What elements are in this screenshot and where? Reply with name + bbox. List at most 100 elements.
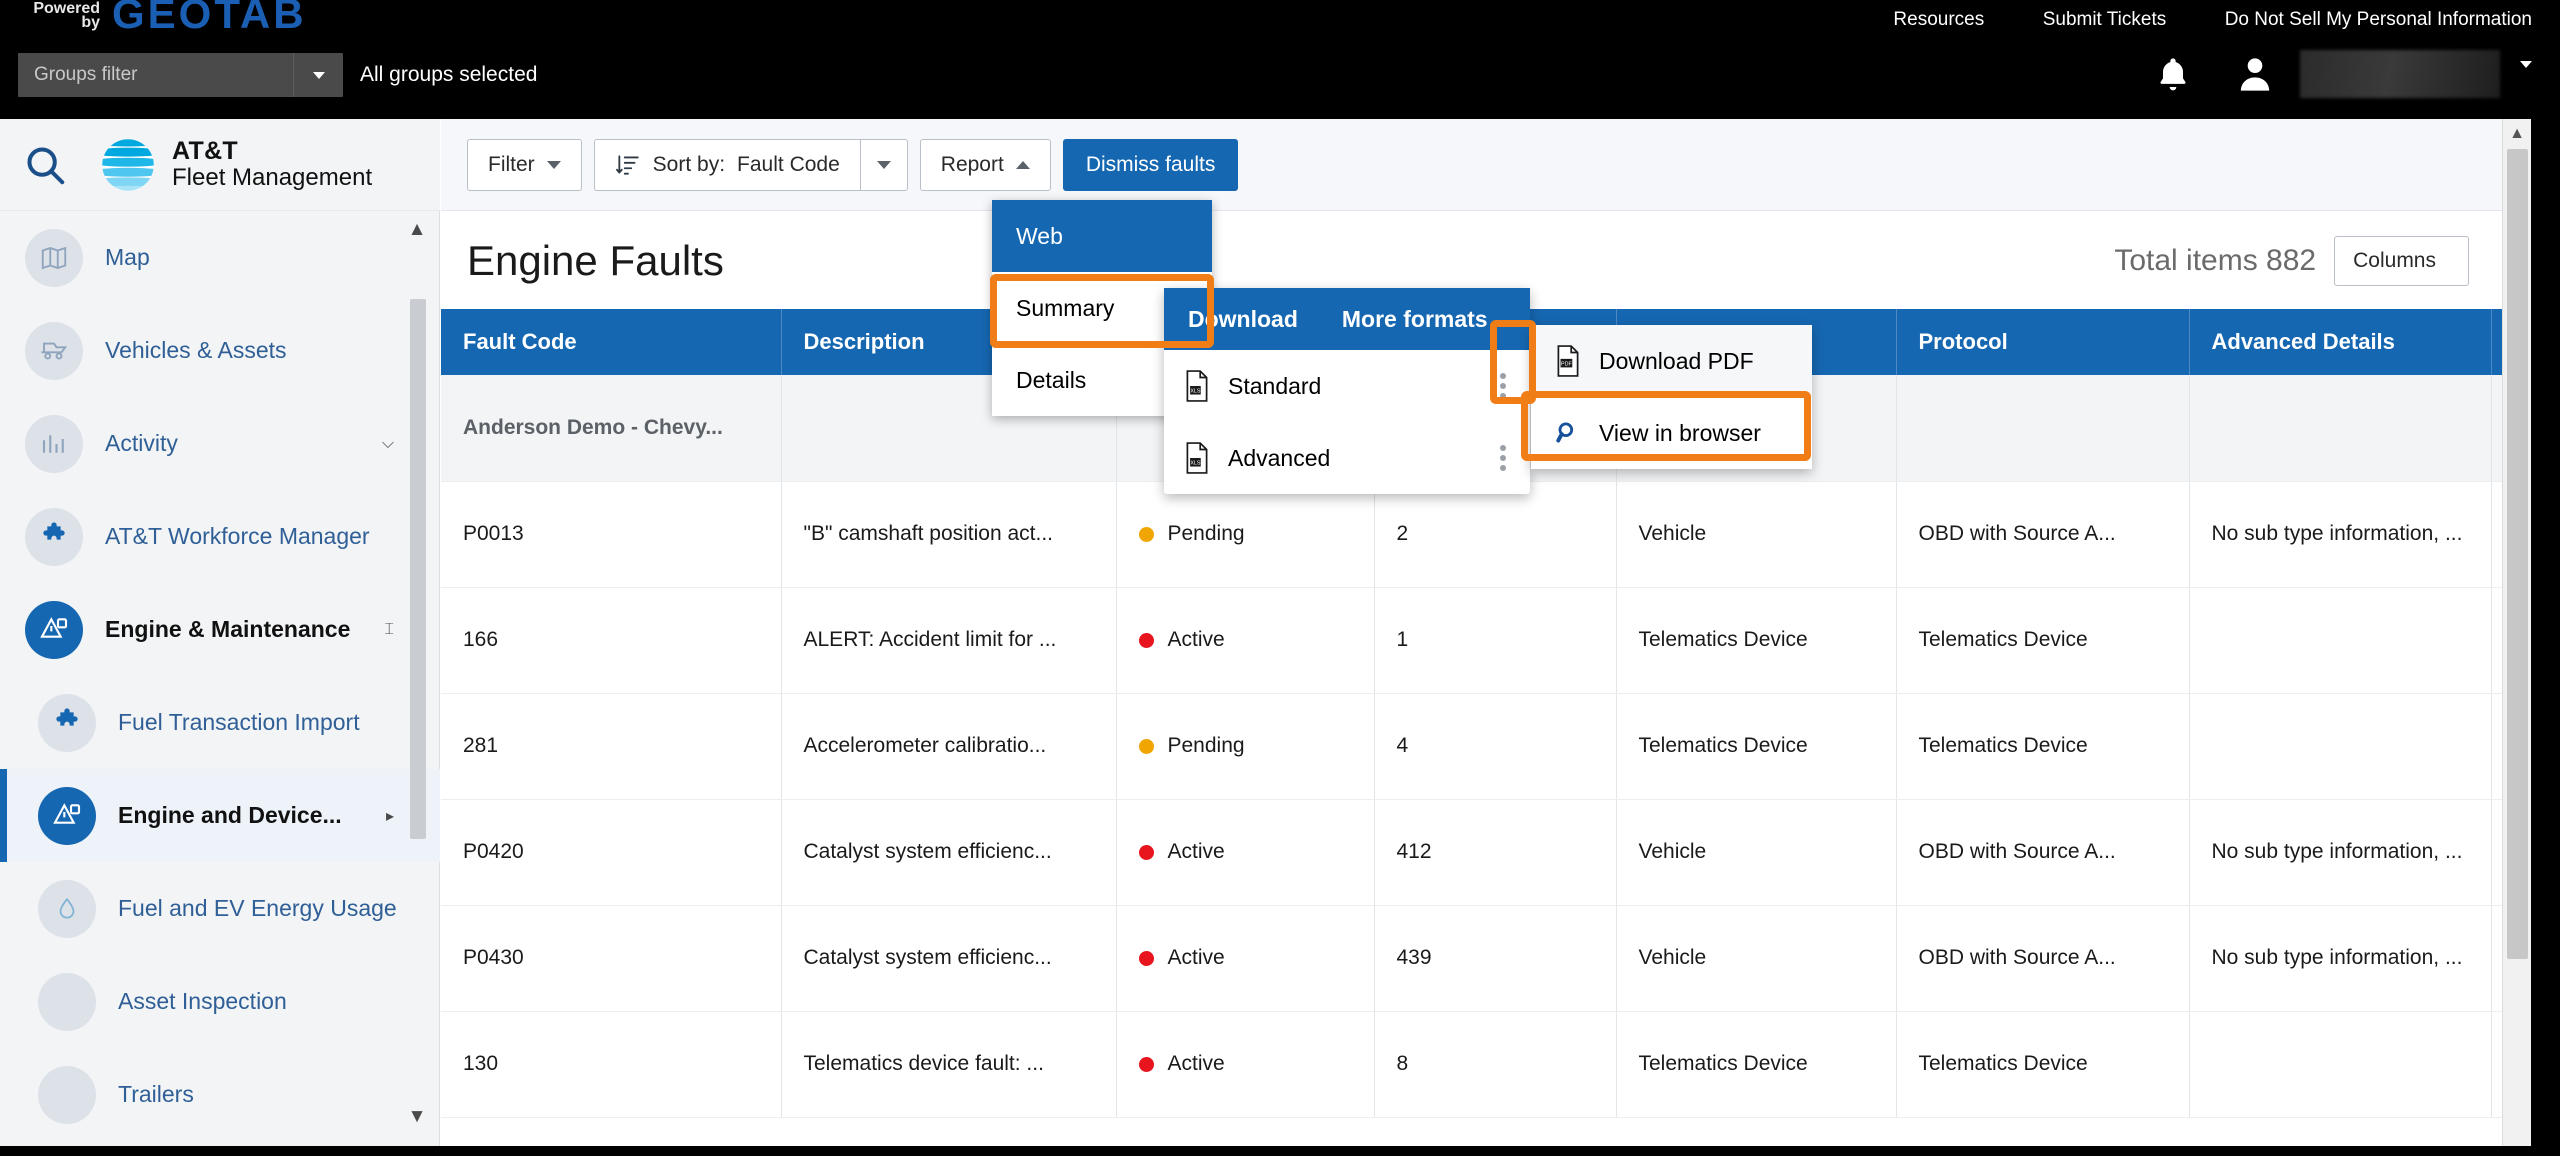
report-button[interactable]: Report — [919, 138, 1051, 191]
sidebar-item-asset-inspection[interactable]: Asset Inspection — [0, 955, 440, 1048]
all-groups-selected-label: All groups selected — [360, 63, 538, 86]
content-vertical-scrollbar[interactable]: ▲ — [2502, 119, 2531, 1146]
format-row-view-in-browser[interactable]: View in browser — [1531, 397, 1812, 469]
cell-fault-code: P0013 — [441, 481, 782, 588]
cell-status-label: Active — [1167, 840, 1225, 863]
cell-description: "B" camshaft position act... — [781, 481, 1117, 588]
cell-status: Active — [1116, 587, 1375, 694]
sidebar-item-workforce-manager[interactable]: AT&T Workforce Manager — [0, 490, 440, 583]
sidebar-item-reminders[interactable]: Reminders... ▸ — [0, 1141, 440, 1146]
cell-description: Catalyst system efficienc... — [781, 905, 1117, 1012]
table-row[interactable]: P0013 "B" camshaft position act... Pendi… — [441, 481, 2531, 588]
chevron-down-icon — [876, 160, 891, 169]
header-link-do-not-sell[interactable]: Do Not Sell My Personal Information — [2225, 7, 2532, 33]
download-row-standard[interactable]: XLS Standard — [1164, 350, 1530, 422]
table-row[interactable]: 130 Telematics device fault: ... Active … — [441, 1011, 2531, 1118]
cell-status: Pending — [1116, 481, 1375, 588]
cell-status-label: Active — [1167, 628, 1225, 651]
column-header-advanced-details[interactable]: Advanced Details — [2189, 309, 2492, 375]
total-items-label: Total items 882 — [2114, 243, 2317, 277]
cell-fault-code: 130 — [441, 1011, 782, 1118]
scroll-up-arrow[interactable]: ▲ — [2503, 119, 2531, 149]
status-dot — [1138, 844, 1154, 860]
cell-advanced-details — [2189, 1011, 2492, 1118]
table-row[interactable]: P0420 Catalyst system efficienc... Activ… — [441, 799, 2531, 906]
table-row[interactable]: 281 Accelerometer calibratio... Pending … — [441, 693, 2531, 800]
user-menu-caret-icon[interactable] — [2520, 61, 2532, 86]
chevron-up-icon — [1015, 160, 1030, 169]
advanced-kebab-menu-icon[interactable] — [1500, 445, 1506, 471]
sidebar-item-engine-maintenance[interactable]: Engine & Maintenance ⌶ — [0, 583, 440, 676]
dismiss-faults-button[interactable]: Dismiss faults — [1062, 138, 1239, 191]
column-header-protocol[interactable]: Protocol — [1896, 309, 2190, 375]
cell-advanced-details: No sub type information, ... — [2189, 905, 2492, 1012]
sidebar-scrollbar-thumb[interactable] — [410, 299, 426, 839]
format-row-download-pdf[interactable]: PDF Download PDF — [1531, 325, 1812, 397]
sidebar-item-trailers[interactable]: Trailers — [0, 1048, 440, 1141]
cell-fault-code: 166 — [441, 587, 782, 694]
filter-button[interactable]: Filter — [467, 138, 582, 191]
chevron-down-icon[interactable]: ⌵ — [382, 435, 394, 453]
screenshot-root: Powered by GEOTAB Resources Submit Ticke… — [0, 0, 2560, 1156]
sidebar-item-activity[interactable]: Activity ⌵ — [0, 397, 440, 490]
cell-protocol: Telematics Device — [1896, 693, 2190, 800]
chevron-up-icon[interactable]: ⌶ — [384, 621, 394, 639]
cell-count: 2 — [1374, 481, 1617, 588]
cell-source: Telematics Device — [1616, 693, 1897, 800]
tab-download[interactable]: Download — [1188, 306, 1298, 333]
sort-by-button[interactable]: Sort by: Fault Code — [593, 138, 860, 191]
status-dot — [1138, 526, 1154, 542]
page-title: Engine Faults — [467, 236, 724, 284]
xls-file-icon: XLS — [1186, 442, 1208, 474]
user-avatar-icon[interactable] — [2235, 52, 2275, 96]
status-dot — [1138, 738, 1154, 754]
column-header-fault-code[interactable]: Fault Code — [441, 309, 782, 375]
groups-filter-caret[interactable] — [293, 53, 343, 97]
sidebar-scroll-up-arrow[interactable]: ▲ — [406, 219, 428, 241]
cell-description: Telematics device fault: ... — [781, 1011, 1117, 1118]
sort-by-caret[interactable] — [859, 138, 908, 191]
cell-fault-code: P0420 — [441, 799, 782, 906]
standard-kebab-menu-icon[interactable] — [1500, 373, 1506, 399]
more-formats-submenu: PDF Download PDF View in browser — [1531, 325, 1812, 469]
sidebar-item-fuel-transaction-import[interactable]: Fuel Transaction Import — [0, 676, 440, 769]
content-area: Filter Sort by: Fault Code Report Dismis… — [441, 119, 2531, 1146]
tab-more-formats[interactable]: More formats — [1342, 306, 1488, 333]
puzzle-icon — [25, 507, 83, 566]
sidebar-item-fuel-ev-energy-usage[interactable]: Fuel and EV Energy Usage — [0, 862, 440, 955]
sidebar-scroll-down-arrow[interactable]: ▼ — [406, 1106, 428, 1128]
table-row[interactable]: 166 ALERT: Accident limit for ... Active… — [441, 587, 2531, 694]
sidebar-item-map[interactable]: Map — [0, 211, 440, 304]
cell-advanced-details: No sub type information, ... — [2189, 799, 2492, 906]
download-submenu-tabs: Download More formats — [1164, 288, 1530, 350]
sort-by-value: Fault Code — [737, 152, 840, 176]
sidebar-item-engine-and-device[interactable]: Engine and Device... ▸ — [0, 769, 440, 862]
cell-protocol: Telematics Device — [1896, 1011, 2190, 1118]
header-link-resources[interactable]: Resources — [1893, 7, 1984, 33]
groups-filter-input[interactable]: Groups filter — [18, 53, 293, 97]
download-row-advanced[interactable]: XLS Advanced — [1164, 422, 1530, 494]
group-row-label: Anderson Demo - Chevy... — [441, 375, 782, 482]
columns-button-label: Columns — [2353, 248, 2436, 272]
cell-status-label: Pending — [1167, 734, 1245, 757]
powered-by-label: Powered by — [28, 1, 100, 31]
cell-count: 8 — [1374, 1011, 1617, 1118]
sort-by-control: Sort by: Fault Code — [593, 138, 908, 191]
groups-filter[interactable]: Groups filter — [18, 53, 343, 97]
inspection-icon — [38, 972, 96, 1031]
chevron-right-icon[interactable]: ▸ — [386, 806, 394, 826]
map-icon — [25, 228, 83, 287]
notification-bell-icon[interactable] — [2153, 54, 2193, 96]
cell-source: Telematics Device — [1616, 1011, 1897, 1118]
puzzle-icon — [38, 693, 96, 752]
sidebar-item-vehicles-assets[interactable]: Vehicles & Assets — [0, 304, 440, 397]
table-row[interactable]: P0430 Catalyst system efficienc... Activ… — [441, 905, 2531, 1012]
filter-button-label: Filter — [488, 152, 535, 176]
header-link-submit-tickets[interactable]: Submit Tickets — [2043, 7, 2167, 33]
scrollbar-thumb[interactable] — [2507, 149, 2528, 959]
menu-item-web[interactable]: Web — [992, 200, 1212, 272]
search-icon[interactable] — [22, 142, 68, 188]
svg-text:XLS: XLS — [1190, 389, 1201, 395]
columns-button[interactable]: Columns — [2334, 235, 2469, 286]
trailer-icon — [38, 1065, 96, 1124]
